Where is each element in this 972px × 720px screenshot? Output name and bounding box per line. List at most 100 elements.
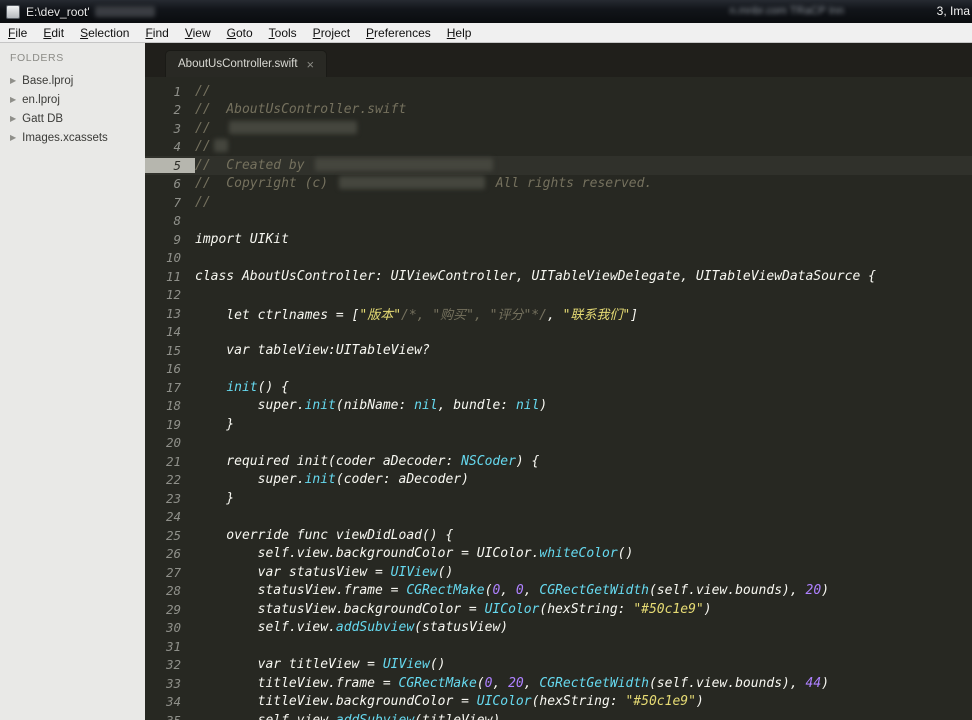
- code-segment: statusView.backgroundColor =: [195, 601, 485, 617]
- code-segment: (self.view.bounds),: [648, 675, 806, 691]
- code-segment: ]: [630, 307, 639, 323]
- code-line-32[interactable]: 32 var titleView = UIView(): [145, 656, 972, 675]
- code-line-12[interactable]: 12: [145, 286, 972, 305]
- code-text: // Created by: [195, 157, 496, 173]
- code-line-9[interactable]: 9 import UIKit: [145, 230, 972, 249]
- menu-selection[interactable]: Selection: [72, 24, 137, 42]
- line-number: 13: [165, 305, 181, 321]
- code-line-14[interactable]: 14: [145, 323, 972, 342]
- tab-aboutuscontroller-swift[interactable]: AboutUsController.swift ×: [165, 50, 328, 77]
- code-segment: "#50c1e9": [633, 601, 704, 617]
- menu-edit[interactable]: Edit: [35, 24, 72, 42]
- code-line-29[interactable]: 29 statusView.backgroundColor = UIColor(…: [145, 600, 972, 619]
- line-number: 32: [165, 657, 181, 673]
- chevron-right-icon[interactable]: ▶: [10, 76, 16, 85]
- code-line-16[interactable]: 16: [145, 360, 972, 379]
- code-line-30[interactable]: 30 self.view.addSubview(statusView): [145, 619, 972, 638]
- code-segment: ): [695, 694, 704, 710]
- window-title: E:\dev_root': [26, 4, 90, 19]
- code-segment: CGRectGetWidth: [539, 675, 649, 691]
- tab-close-icon[interactable]: ×: [307, 58, 315, 71]
- code-line-18[interactable]: 18 super.init(nibName: nil, bundle: nil): [145, 397, 972, 416]
- tab-label: AboutUsController.swift: [178, 58, 298, 70]
- line-number: 17: [165, 379, 181, 395]
- code-segment: // AboutUsController.swift: [195, 102, 407, 118]
- code-text: statusView.frame = CGRectMake(0, 0, CGRe…: [195, 583, 829, 598]
- sidebar-item-en-lproj[interactable]: ▶ en.lproj: [0, 90, 145, 109]
- code-segment: ): [539, 398, 548, 414]
- code-segment: nil: [515, 398, 540, 414]
- code-segment: (): [617, 546, 634, 562]
- code-text: var titleView = UIView(): [195, 657, 446, 672]
- code-line-1[interactable]: 1 //: [145, 82, 972, 101]
- code-line-25[interactable]: 25 override func viewDidLoad() {: [145, 526, 972, 545]
- code-segment: /*, "购买", "评分"*/: [401, 307, 547, 323]
- code-line-15[interactable]: 15 var tableView:UITableView?: [145, 341, 972, 360]
- code-text: //: [195, 139, 231, 154]
- menu-goto[interactable]: Goto: [219, 24, 261, 42]
- menu-find[interactable]: Find: [137, 24, 176, 42]
- chevron-right-icon[interactable]: ▶: [10, 114, 16, 123]
- chevron-right-icon[interactable]: ▶: [10, 95, 16, 104]
- line-number: 6: [173, 176, 181, 192]
- code-text: self.view.backgroundColor = UIColor.whit…: [195, 546, 634, 562]
- titlebar[interactable]: E:\dev_root' n.mnbr.com TRaCP Inn 3, Ima: [0, 0, 972, 23]
- code-segment: "版本": [359, 307, 402, 323]
- line-number: 7: [173, 194, 181, 210]
- folder-label: Images.xcassets: [22, 131, 108, 144]
- code-line-11[interactable]: 11 class AboutUsController: UIViewControl…: [145, 267, 972, 286]
- code-segment: "#50c1e9": [625, 694, 696, 710]
- code-text: var tableView:UITableView?: [195, 343, 430, 358]
- code-line-3[interactable]: 3 //: [145, 119, 972, 138]
- line-number: 25: [165, 527, 181, 543]
- menu-project[interactable]: Project: [305, 24, 358, 42]
- code-line-28[interactable]: 28 statusView.frame = CGRectMake(0, 0, C…: [145, 582, 972, 601]
- code-text: //: [195, 120, 360, 136]
- code-segment: , bundle:: [437, 398, 516, 414]
- menu-preferences[interactable]: Preferences: [358, 24, 439, 42]
- code-line-10[interactable]: 10: [145, 249, 972, 268]
- menu-file[interactable]: File: [0, 24, 35, 42]
- code-line-31[interactable]: 31: [145, 637, 972, 656]
- code-segment: class AboutUsController: UIViewControlle…: [195, 268, 876, 284]
- sidebar-item-gatt-db[interactable]: ▶ Gatt DB: [0, 109, 145, 128]
- code-line-27[interactable]: 27 var statusView = UIView(): [145, 563, 972, 582]
- code-segment: required init(coder aDecoder:: [195, 453, 462, 469]
- menu-tools[interactable]: Tools: [261, 24, 305, 42]
- redacted-text: [338, 176, 485, 190]
- code-line-33[interactable]: 33 titleView.frame = CGRectMake(0, 20, C…: [145, 674, 972, 693]
- code-segment: init: [226, 379, 258, 395]
- code-area[interactable]: 1//2// AboutUsController.swift 3 // 4//5//…: [145, 77, 972, 720]
- code-text: // Copyright (c) All rights reserved.: [195, 176, 652, 191]
- sidebar: FOLDERS ▶ Base.lproj ▶ en.lproj ▶ Gatt DB ▶ Ima…: [0, 43, 145, 720]
- menu-help[interactable]: Help: [439, 24, 480, 42]
- code-line-21[interactable]: 21 required init(coder aDecoder: NSCoder…: [145, 452, 972, 471]
- code-line-24[interactable]: 24: [145, 508, 972, 527]
- code-line-26[interactable]: 26 self.view.backgroundColor = UIColor.w…: [145, 545, 972, 564]
- sidebar-item-images-xcassets[interactable]: ▶ Images.xcassets: [0, 128, 145, 147]
- code-line-22[interactable]: 22 super.init(coder: aDecoder): [145, 471, 972, 490]
- code-line-8[interactable]: 8: [145, 212, 972, 231]
- code-line-7[interactable]: 7 //: [145, 193, 972, 212]
- line-number: 35: [145, 713, 195, 720]
- code-segment: NSCoder: [461, 453, 516, 469]
- code-line-34[interactable]: 34 titleView.backgroundColor = UIColor(h…: [145, 693, 972, 712]
- code-line-4[interactable]: 4 //: [145, 138, 972, 157]
- code-segment: //: [195, 120, 227, 136]
- code-line-5[interactable]: 5// Created by: [145, 156, 972, 175]
- code-line-2[interactable]: 2 // AboutUsController.swift: [145, 101, 972, 120]
- chevron-right-icon[interactable]: ▶: [10, 133, 16, 142]
- menu-view[interactable]: View: [177, 24, 219, 42]
- sidebar-item-base-lproj[interactable]: ▶ Base.lproj: [0, 71, 145, 90]
- code-line-20[interactable]: 20: [145, 434, 972, 453]
- code-text: statusView.backgroundColor = UIColor(hex…: [195, 602, 712, 617]
- code-line-35[interactable]: 35 self.view.addSubview(titleView): [145, 711, 972, 720]
- code-line-23[interactable]: 23 }: [145, 489, 972, 508]
- code-line-6[interactable]: 6 // Copyright (c) All rights reserved.: [145, 175, 972, 194]
- code-line-17[interactable]: 17 init() {: [145, 378, 972, 397]
- code-segment: "联系我们": [562, 307, 631, 323]
- code-line-19[interactable]: 19 }: [145, 415, 972, 434]
- line-number: 3: [173, 120, 181, 136]
- code-line-13[interactable]: 13 let ctrlnames = ["版本"/*, "购买", "评分"*/…: [145, 304, 972, 323]
- code-segment: whiteColor: [539, 546, 618, 562]
